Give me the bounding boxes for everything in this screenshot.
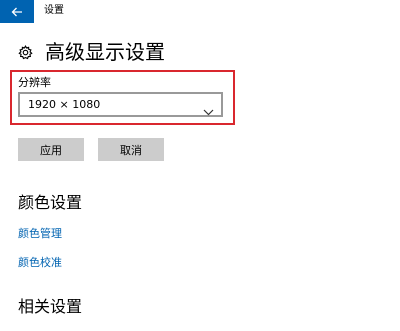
resolution-dropdown[interactable]: 1920 × 1080 — [18, 92, 223, 117]
color-settings-heading: 颜色设置 — [18, 193, 83, 212]
cancel-button[interactable]: 取消 — [98, 138, 164, 161]
related-settings-heading: 相关设置 — [18, 297, 83, 316]
gear-icon — [18, 44, 33, 60]
color-calibration-link[interactable]: 颜色校准 — [18, 256, 62, 270]
resolution-label: 分辨率 — [18, 76, 51, 89]
settings-window: 设置 高级显示设置 分辨率 1920 × 1080 应用 取消 颜色设置 颜色管… — [0, 0, 400, 331]
title-bar: 设置 — [0, 0, 400, 23]
resolution-value: 1920 × 1080 — [28, 98, 101, 111]
back-button[interactable] — [0, 0, 34, 23]
page-title: 高级显示设置 — [45, 40, 165, 64]
page-header: 高级显示设置 — [18, 39, 165, 65]
apply-button[interactable]: 应用 — [18, 138, 84, 161]
window-title: 设置 — [44, 5, 64, 16]
back-arrow-icon — [11, 2, 23, 21]
color-management-link[interactable]: 颜色管理 — [18, 227, 62, 241]
chevron-down-icon — [203, 101, 214, 116]
